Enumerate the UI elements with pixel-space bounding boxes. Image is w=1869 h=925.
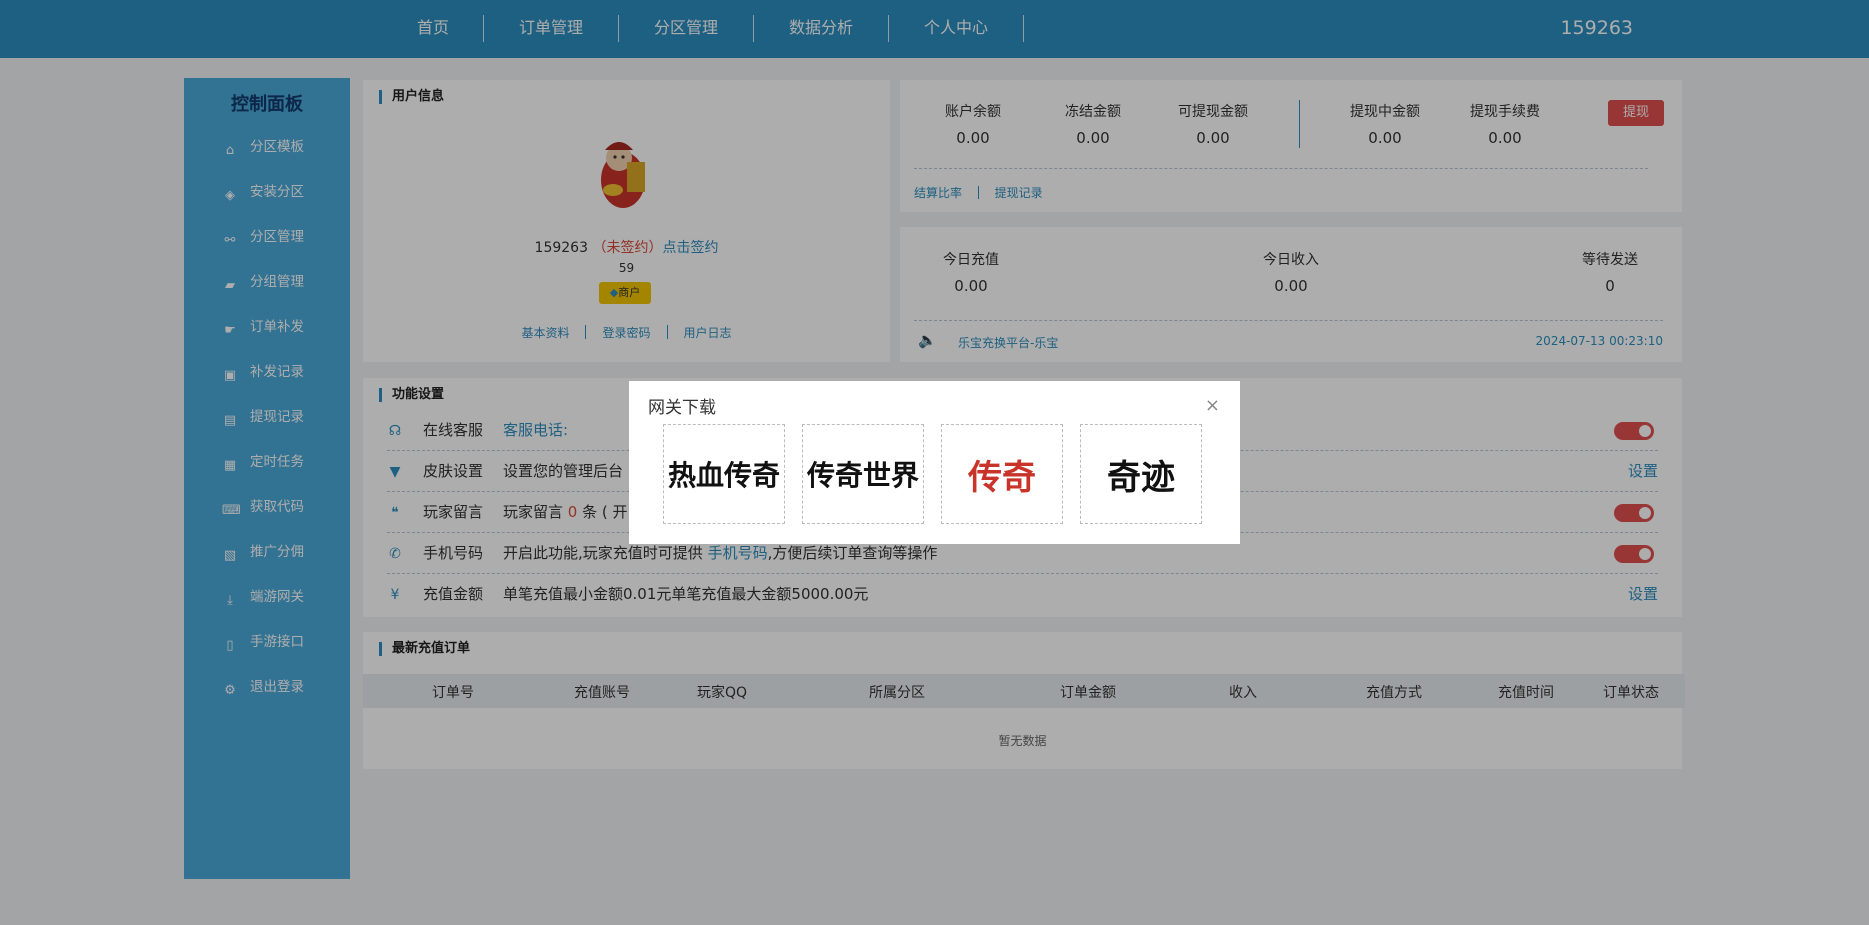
gateway-logo-rexue[interactable]: 热血传奇 <box>663 424 785 524</box>
close-icon[interactable]: × <box>1205 395 1220 416</box>
logo-text: 热血传奇 <box>667 459 780 492</box>
logo-text: 奇迹 <box>1107 457 1175 498</box>
gateway-logo-qiji[interactable]: 奇迹 <box>1080 424 1202 524</box>
logo-text: 传奇 <box>968 457 1036 498</box>
gateway-logo-chuanqi[interactable]: 传奇 <box>941 424 1063 524</box>
logo-text: 传奇世界 <box>806 459 919 492</box>
gateway-download-modal: 网关下载 × 热血传奇 传奇世界 传奇 奇迹 <box>629 381 1240 544</box>
modal-title: 网关下载 <box>648 398 716 418</box>
gateway-logo-shijie[interactable]: 传奇世界 <box>802 424 924 524</box>
